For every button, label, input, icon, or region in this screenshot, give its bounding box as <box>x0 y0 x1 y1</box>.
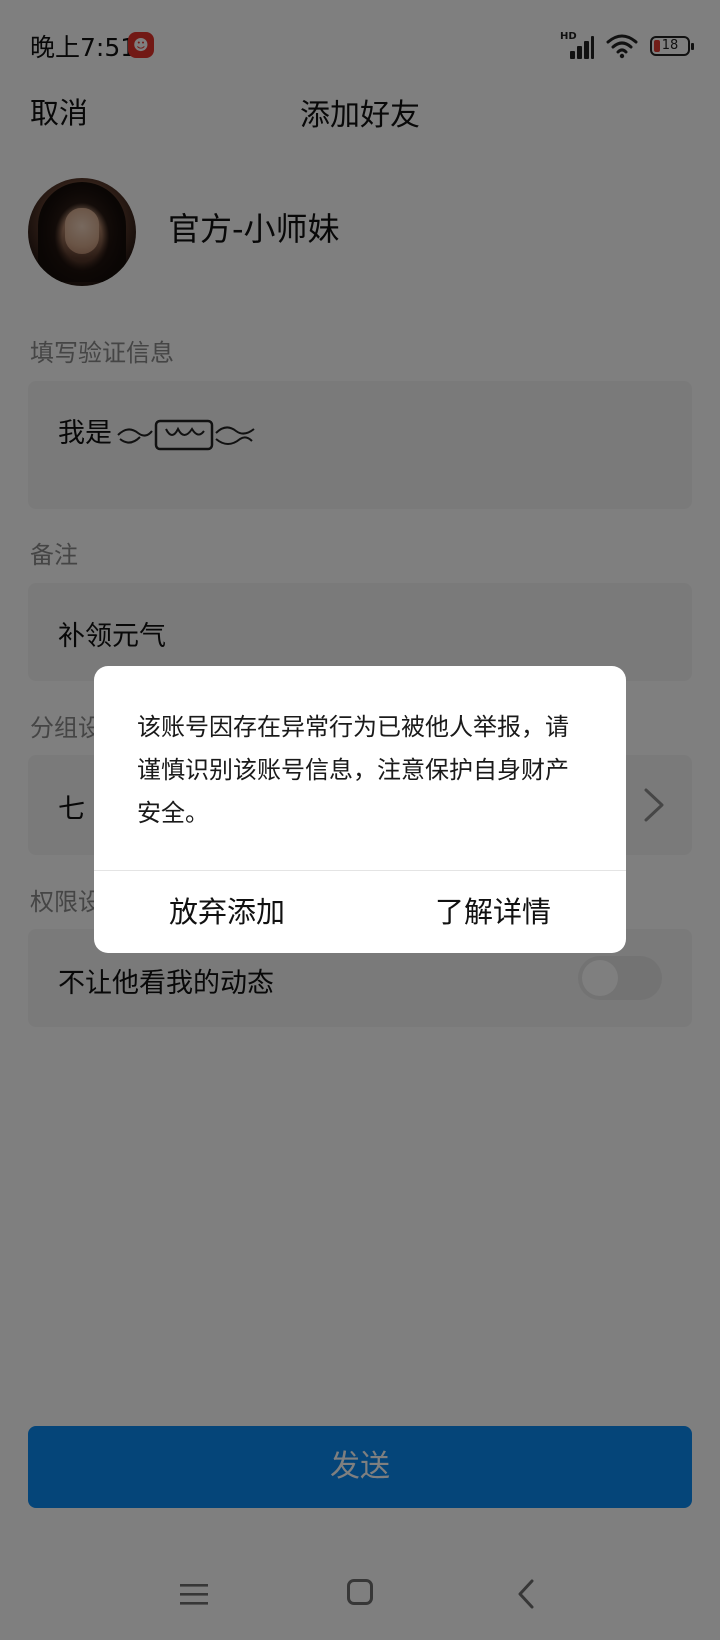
learn-more-button[interactable]: 了解详情 <box>360 871 626 953</box>
abandon-add-button[interactable]: 放弃添加 <box>94 871 360 953</box>
dialog-message: 该账号因存在异常行为已被他人举报，请谨慎识别该账号信息，注意保护自身财产安全。 <box>137 713 569 827</box>
warning-dialog: 该账号因存在异常行为已被他人举报，请谨慎识别该账号信息，注意保护自身财产安全。 … <box>94 666 626 953</box>
